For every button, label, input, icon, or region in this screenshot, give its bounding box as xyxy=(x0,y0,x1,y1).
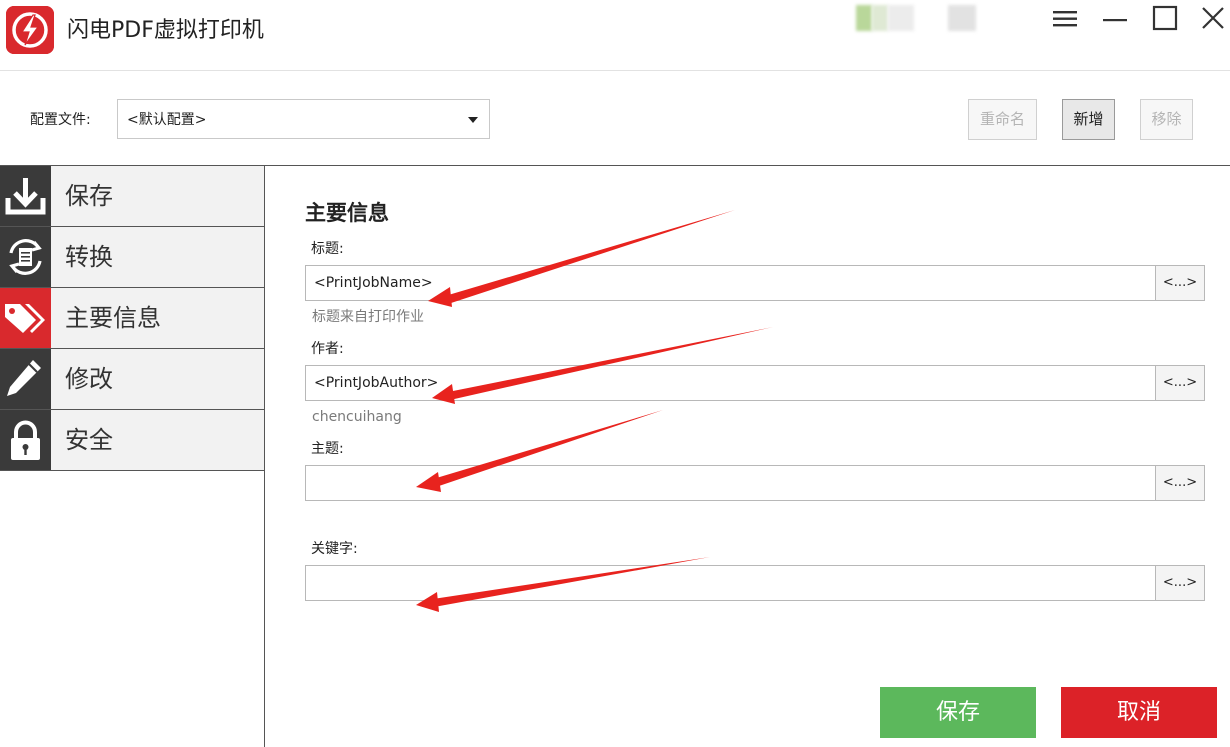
close-icon xyxy=(1202,7,1224,29)
maximize-button[interactable] xyxy=(1150,4,1180,34)
author-token-button[interactable]: <...> xyxy=(1155,365,1205,401)
sidebar-item-edit[interactable]: 修改 xyxy=(0,349,264,410)
keywords-token-button[interactable]: <...> xyxy=(1155,565,1205,601)
sidebar-item-label: 主要信息 xyxy=(65,304,161,332)
sidebar-item-label: 安全 xyxy=(65,426,113,454)
keywords-field[interactable] xyxy=(305,565,1156,601)
save-button[interactable]: 保存 xyxy=(880,687,1036,738)
rename-button[interactable]: 重命名 xyxy=(968,99,1037,140)
blurred-account-area xyxy=(856,5,996,31)
sidebar-item-save[interactable]: 保存 xyxy=(0,166,264,227)
sidebar-divider xyxy=(264,166,265,747)
close-button[interactable] xyxy=(1198,4,1228,34)
sidebar-item-label: 保存 xyxy=(65,182,113,210)
sidebar-item-label: 转换 xyxy=(65,243,113,271)
keywords-field-label: 关键字: xyxy=(311,541,358,557)
title-field-label: 标题: xyxy=(311,241,344,257)
title-field-hint: 标题来自打印作业 xyxy=(312,309,424,325)
pencil-icon xyxy=(7,360,41,396)
tags-icon xyxy=(5,304,45,333)
maximize-icon xyxy=(1152,5,1178,31)
sidebar-item-label: 修改 xyxy=(65,365,113,393)
app-logo xyxy=(6,6,54,54)
subject-field-label: 主题: xyxy=(311,441,344,457)
title-bar: 闪电PDF虚拟打印机 xyxy=(0,0,1230,71)
minimize-icon xyxy=(1103,19,1127,22)
author-field-hint: chencuihang xyxy=(312,409,402,425)
subject-token-button[interactable]: <...> xyxy=(1155,465,1205,501)
sidebar-item-security[interactable]: 安全 xyxy=(0,410,264,471)
sidebar-item-main-info[interactable]: 主要信息 xyxy=(0,288,264,349)
remove-config-button[interactable]: 移除 xyxy=(1140,99,1193,140)
cancel-button[interactable]: 取消 xyxy=(1061,687,1217,738)
config-file-select[interactable]: <默认配置> xyxy=(117,99,490,139)
add-config-button[interactable]: 新增 xyxy=(1062,99,1115,140)
section-title: 主要信息 xyxy=(305,201,389,225)
sidebar-item-convert[interactable]: 转换 xyxy=(0,227,264,288)
menu-button[interactable] xyxy=(1050,4,1080,34)
chevron-down-icon xyxy=(468,117,478,123)
title-token-button[interactable]: <...> xyxy=(1155,265,1205,301)
minimize-button[interactable] xyxy=(1100,4,1130,34)
lightning-logo-icon xyxy=(6,6,54,54)
subject-field[interactable] xyxy=(305,465,1156,501)
author-field[interactable]: <PrintJobAuthor> xyxy=(305,365,1156,401)
download-icon xyxy=(5,178,46,215)
config-file-label: 配置文件: xyxy=(30,112,91,128)
app-title: 闪电PDF虚拟打印机 xyxy=(67,18,264,43)
author-field-value: <PrintJobAuthor> xyxy=(314,375,439,391)
title-field-value: <PrintJobName> xyxy=(314,275,433,291)
convert-icon xyxy=(9,239,42,275)
author-field-label: 作者: xyxy=(311,341,344,357)
config-file-value: <默认配置> xyxy=(127,112,207,128)
lock-icon xyxy=(11,420,40,460)
hamburger-menu-icon xyxy=(1053,11,1077,27)
title-field[interactable]: <PrintJobName> xyxy=(305,265,1156,301)
app-window: 闪电PDF虚拟打印机 配置文件: <默认配置> 重命名 新增 移除 保存 转换 … xyxy=(0,0,1230,747)
